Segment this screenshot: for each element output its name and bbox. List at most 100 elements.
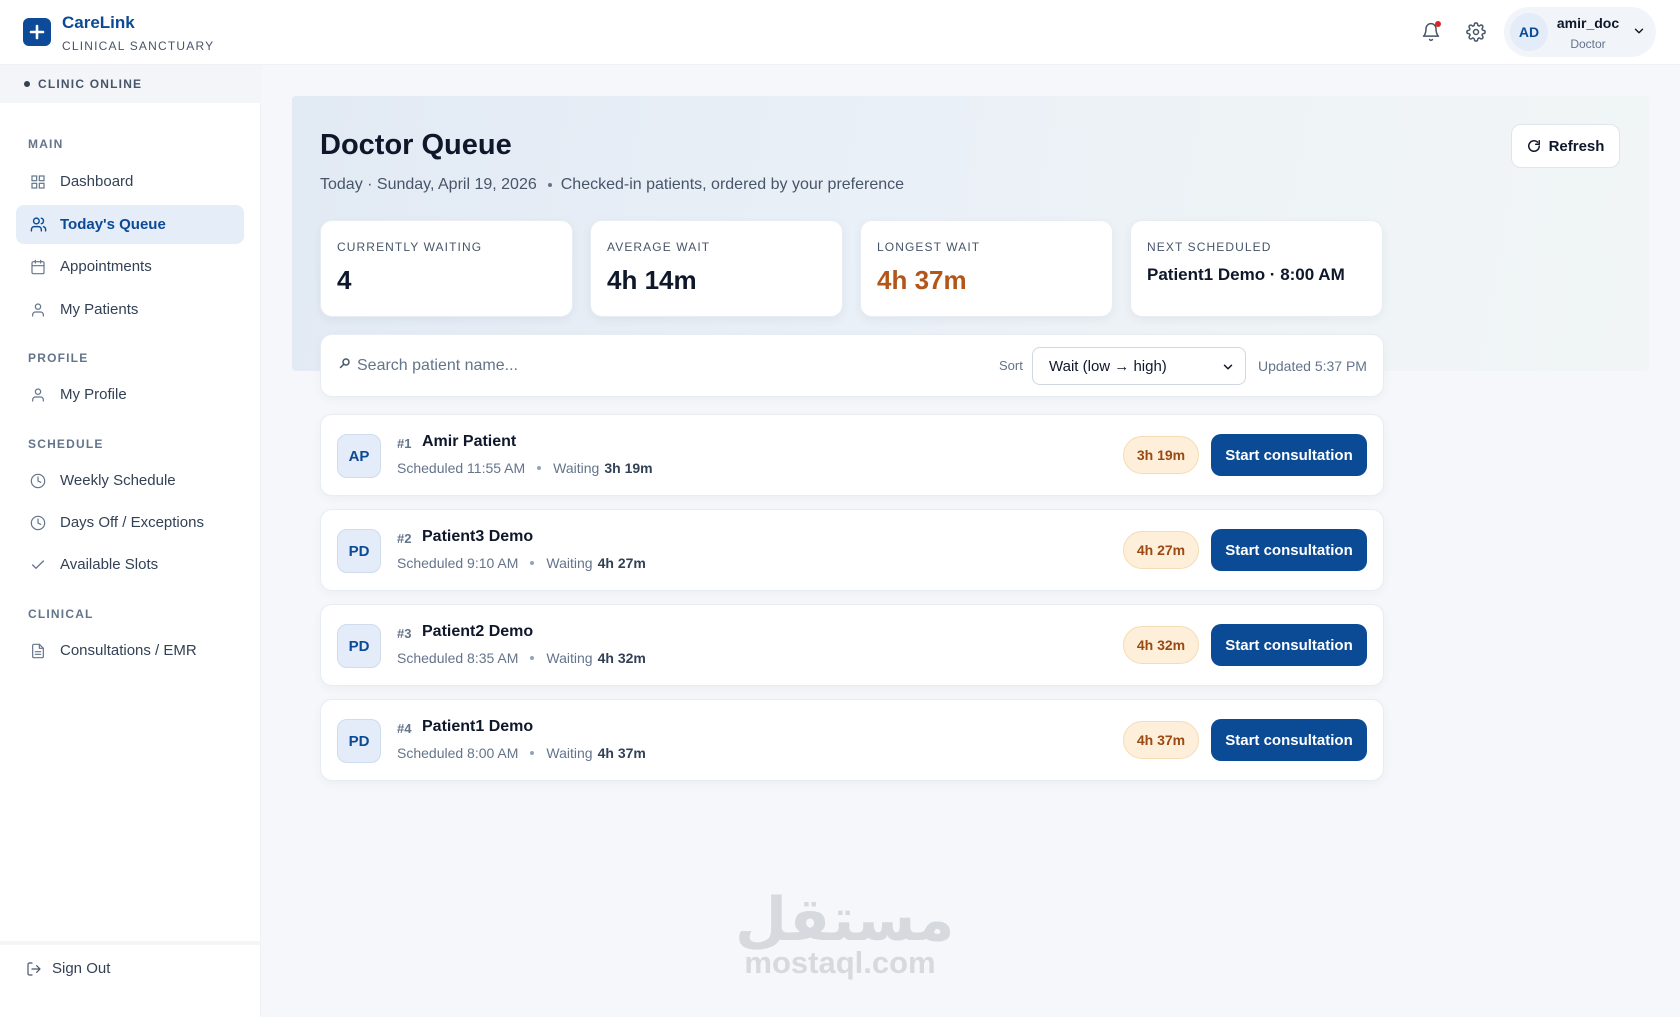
start-consultation-button[interactable]: Start consultation — [1211, 624, 1367, 666]
stat-label: LONGEST WAIT — [877, 240, 981, 254]
queue-row: PD #3 Patient2 Demo Scheduled 8:35 AM Wa… — [320, 604, 1384, 686]
stat-label: CURRENTLY WAITING — [337, 240, 483, 254]
status-dot — [24, 81, 30, 87]
waiting-time: 3h 19m — [604, 460, 653, 476]
user-icon — [29, 301, 47, 319]
users-icon — [29, 216, 47, 234]
sidebar-item-label: Days Off / Exceptions — [60, 514, 204, 531]
chevron-down-icon — [1221, 360, 1235, 374]
patient-name: Amir Patient — [422, 433, 517, 450]
calendar-icon — [29, 258, 47, 276]
sort-select[interactable]: Wait (low → high) — [1032, 347, 1246, 385]
stat-card-longest-wait: LONGEST WAIT 4h 37m — [860, 220, 1113, 317]
separator-dot — [530, 751, 535, 755]
user-avatar: AD — [1510, 13, 1548, 51]
sidebar-item-appointments[interactable]: Appointments — [16, 247, 244, 286]
section-label-profile: PROFILE — [28, 351, 89, 365]
sidebar-item-my-patients[interactable]: My Patients — [16, 290, 244, 329]
scheduled-time: Scheduled 11:55 AM — [397, 460, 526, 476]
page-title: Doctor Queue — [320, 129, 512, 161]
refresh-icon — [1527, 139, 1540, 152]
sidebar-item-dashboard[interactable]: Dashboard — [16, 162, 244, 201]
scheduled-time: Scheduled 8:35 AM — [397, 650, 519, 666]
page-description: Checked-in patients, ordered by your pre… — [560, 176, 905, 193]
gear-icon[interactable] — [1464, 20, 1488, 44]
sidebar-item-label: Weekly Schedule — [60, 472, 176, 489]
bell-icon[interactable] — [1419, 20, 1443, 44]
waiting-label: Waiting — [546, 745, 593, 761]
sidebar-item-consultations[interactable]: Consultations / EMR — [16, 631, 244, 670]
sign-out-label: Sign Out — [52, 960, 111, 977]
sidebar-item-days-off[interactable]: Days Off / Exceptions — [16, 503, 244, 542]
watermark: مستقل mostaql.com — [735, 890, 954, 980]
start-consultation-button[interactable]: Start consultation — [1211, 719, 1367, 761]
sidebar-item-available-slots[interactable]: Available Slots — [16, 545, 244, 584]
sidebar-item-label: My Patients — [60, 301, 139, 318]
sidebar-item-weekly-schedule[interactable]: Weekly Schedule — [16, 461, 244, 500]
patient-name: Patient1 Demo — [422, 718, 534, 735]
separator-dot — [530, 656, 535, 660]
queue-number: #1 — [397, 436, 412, 451]
sidebar-item-label: My Profile — [60, 386, 127, 403]
refresh-button[interactable]: Refresh — [1511, 124, 1620, 168]
clock-icon — [29, 472, 47, 490]
logo-plus-icon[interactable] — [23, 18, 51, 46]
clock-icon — [29, 514, 47, 532]
patient-avatar: PD — [337, 719, 381, 763]
sort-label: Sort — [999, 358, 1023, 373]
waiting-label: Waiting — [546, 650, 593, 666]
start-consultation-button[interactable]: Start consultation — [1211, 434, 1367, 476]
stat-value: 4 — [337, 265, 352, 295]
grid-icon — [29, 173, 47, 191]
patient-avatar: PD — [337, 529, 381, 573]
patient-meta: Scheduled 9:10 AM Waiting 4h 27m — [397, 555, 646, 571]
queue-number: #4 — [397, 721, 412, 736]
section-label-schedule: SCHEDULE — [28, 437, 104, 451]
refresh-label: Refresh — [1548, 137, 1605, 155]
stat-card-currently-waiting: CURRENTLY WAITING 4 — [320, 220, 573, 317]
stat-value: 4h 14m — [607, 265, 697, 295]
user-menu[interactable]: AD amir_doc Doctor — [1504, 7, 1656, 57]
brand-name[interactable]: CareLink — [62, 13, 135, 33]
wait-badge: 4h 27m — [1123, 531, 1199, 569]
waiting-time: 4h 37m — [597, 745, 646, 761]
sort-value: Wait (low → high) — [1049, 357, 1167, 375]
patient-name: Patient2 Demo — [422, 623, 534, 640]
stat-label: AVERAGE WAIT — [607, 240, 711, 254]
patient-avatar: AP — [337, 434, 381, 478]
chevron-down-icon — [1632, 24, 1646, 38]
stat-label: NEXT SCHEDULED — [1147, 240, 1272, 254]
page-subtitle: Today · Sunday, April 19, 2026 Checked-i… — [320, 176, 904, 194]
wait-badge: 3h 19m — [1123, 436, 1199, 474]
patient-meta: Scheduled 8:00 AM Waiting 4h 37m — [397, 745, 646, 761]
queue-toolbar: Sort Wait (low → high) Updated 5:37 PM — [320, 334, 1384, 397]
sidebar-item-todays-queue[interactable]: Today's Queue — [16, 205, 244, 244]
sign-out-icon — [26, 961, 42, 977]
waiting-label: Waiting — [546, 555, 593, 571]
page-date: Today · Sunday, April 19, 2026 — [320, 176, 537, 193]
patient-avatar: PD — [337, 624, 381, 668]
queue-number: #3 — [397, 626, 412, 641]
stat-card-next-scheduled: NEXT SCHEDULED Patient1 Demo · 8:00 AM — [1130, 220, 1383, 317]
top-bar: CareLink CLINICAL SANCTUARY AD amir_doc … — [0, 0, 1680, 65]
search-input[interactable] — [357, 349, 917, 383]
user-role: Doctor — [1570, 37, 1606, 51]
notification-dot — [1435, 21, 1441, 27]
sidebar-item-label: Consultations / EMR — [60, 642, 197, 659]
separator-dot — [537, 466, 542, 470]
sidebar-item-label: Appointments — [60, 258, 152, 275]
section-label-main: MAIN — [28, 137, 64, 151]
waiting-time: 4h 27m — [597, 555, 646, 571]
patient-name: Patient3 Demo — [422, 528, 534, 545]
start-consultation-button[interactable]: Start consultation — [1211, 529, 1367, 571]
queue-row: PD #4 Patient1 Demo Scheduled 8:00 AM Wa… — [320, 699, 1384, 781]
sidebar-item-my-profile[interactable]: My Profile — [16, 375, 244, 414]
sign-out-button[interactable]: Sign Out — [26, 960, 110, 977]
user-icon — [29, 386, 47, 404]
sidebar-item-label: Today's Queue — [60, 216, 166, 233]
clinic-status: CLINIC ONLINE — [0, 65, 261, 103]
patient-meta: Scheduled 8:35 AM Waiting 4h 32m — [397, 650, 646, 666]
sidebar-item-label: Available Slots — [60, 556, 159, 573]
updated-timestamp: Updated 5:37 PM — [1258, 358, 1367, 374]
watermark-latin: mostaql.com — [744, 945, 936, 980]
